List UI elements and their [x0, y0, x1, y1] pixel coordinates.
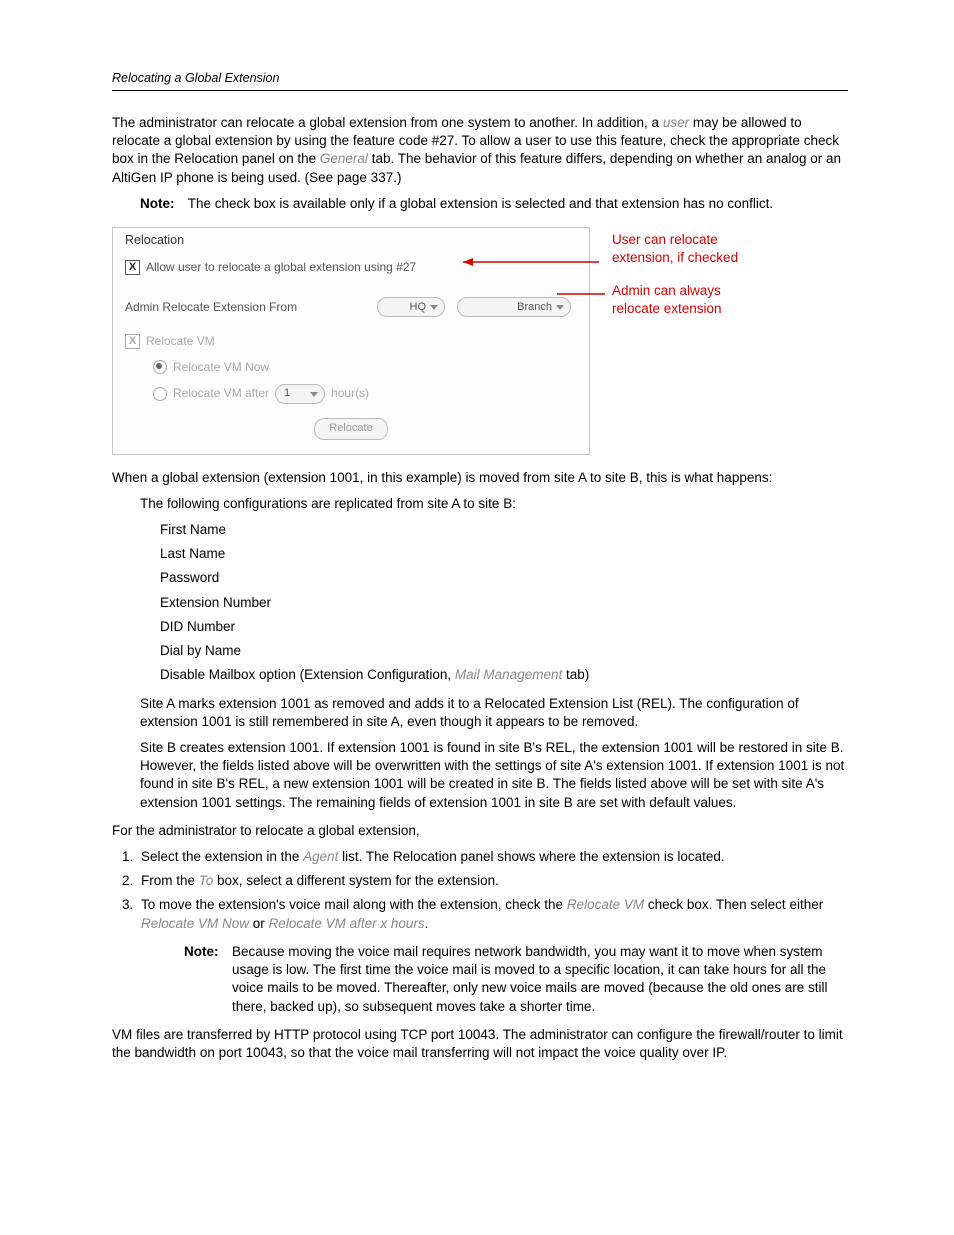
text: Relocate VM after x hours	[269, 916, 425, 931]
list-item: Password	[160, 569, 848, 587]
note-text: The check box is available only if a glo…	[188, 196, 773, 211]
text: Mail Management	[455, 667, 562, 682]
admin-from-label: Admin Relocate Extension From	[125, 299, 297, 315]
allow-relocate-label: Allow user to relocate a global extensio…	[146, 259, 416, 275]
paragraph: VM files are transferred by HTTP protoco…	[112, 1026, 848, 1062]
header-rule	[112, 90, 848, 91]
relocate-vm-checkbox[interactable]: X	[125, 334, 140, 349]
step-item: From the To box, select a different syst…	[137, 872, 848, 890]
note-label: Note:	[184, 943, 219, 961]
text: check box. Then select either	[644, 897, 823, 912]
paragraph: Site A marks extension 1001 as removed a…	[140, 695, 848, 731]
list-item: First Name	[160, 521, 848, 539]
relocate-button[interactable]: Relocate	[314, 418, 387, 440]
list-item: Last Name	[160, 545, 848, 563]
text: box, select a different system for the e…	[213, 873, 499, 888]
arrow-to-select	[557, 288, 607, 300]
text: .	[425, 916, 429, 931]
paragraph: When a global extension (extension 1001,…	[112, 469, 848, 487]
paragraph: For the administrator to relocate a glob…	[112, 822, 848, 840]
header-section: Relocating a Global Extension	[112, 70, 279, 87]
step-item: Select the extension in the Agent list. …	[137, 848, 848, 866]
step-item: To move the extension's voice mail along…	[137, 896, 848, 932]
vm-after-label: Relocate VM after	[173, 385, 269, 401]
to-value: Branch	[517, 300, 552, 315]
text: or	[249, 916, 269, 931]
intro-paragraph: The administrator can relocate a global …	[112, 114, 848, 187]
note-label: Note:	[140, 196, 175, 211]
relocate-btn-row: Relocate	[125, 418, 577, 440]
list-item: Extension Number	[160, 594, 848, 612]
admin-relocate-row: Admin Relocate Extension From HQ Branch	[125, 297, 577, 317]
text: The administrator can relocate a global …	[112, 115, 663, 130]
text: From the	[141, 873, 199, 888]
relocate-vm-row: X Relocate VM	[125, 333, 577, 349]
vm-after-row: Relocate VM after 1 hour(s)	[153, 384, 577, 404]
annotation-user-relocate: User can relocate extension, if checked	[612, 231, 762, 267]
note-text: Because moving the voice mail requires n…	[232, 943, 848, 1016]
vm-now-label: Relocate VM Now	[173, 359, 269, 375]
vm-now-radio[interactable]	[153, 360, 167, 374]
text: Relocate VM	[567, 897, 644, 912]
text: Relocate VM Now	[141, 916, 249, 931]
from-select[interactable]: HQ	[377, 297, 445, 317]
from-value: HQ	[410, 300, 427, 315]
to-select[interactable]: Branch	[457, 297, 571, 317]
arrow-to-checkbox	[463, 256, 603, 268]
list-item: Disable Mailbox option (Extension Config…	[160, 666, 848, 684]
text: To	[199, 873, 214, 888]
text: General	[320, 151, 368, 166]
paragraph: The following configurations are replica…	[140, 495, 848, 513]
paragraph: Site B creates extension 1001. If extens…	[140, 739, 848, 812]
text: To move the extension's voice mail along…	[141, 897, 567, 912]
relocate-vm-label: Relocate VM	[146, 333, 215, 349]
vm-after-hours-select[interactable]: 1	[275, 384, 325, 404]
relocation-panel: Relocation X Allow user to relocate a gl…	[112, 227, 590, 454]
panel-title: Relocation	[125, 232, 577, 249]
text: Disable Mailbox option (Extension Config…	[160, 667, 455, 682]
text: tab)	[562, 667, 589, 682]
text: list. The Relocation panel shows where t…	[338, 849, 724, 864]
text: Agent	[303, 849, 338, 864]
note-paragraph: Note: The check box is available only if…	[140, 195, 848, 213]
relocation-figure: Relocation X Allow user to relocate a gl…	[112, 227, 848, 454]
text: Select the extension in the	[141, 849, 303, 864]
text: user	[663, 115, 689, 130]
replicated-fields-list: First Name Last Name Password Extension …	[160, 521, 848, 685]
list-item: Dial by Name	[160, 642, 848, 660]
hours-label: hour(s)	[331, 385, 369, 401]
hours-value: 1	[284, 386, 290, 401]
step3-note: Note: Because moving the voice mail requ…	[184, 943, 848, 1016]
vm-after-radio[interactable]	[153, 387, 167, 401]
list-item: DID Number	[160, 618, 848, 636]
vm-now-row: Relocate VM Now	[153, 359, 577, 375]
allow-relocate-checkbox[interactable]: X	[125, 260, 140, 275]
annotation-admin-relocate: Admin can always relocate extension	[612, 282, 762, 318]
steps-list: Select the extension in the Agent list. …	[112, 848, 848, 933]
